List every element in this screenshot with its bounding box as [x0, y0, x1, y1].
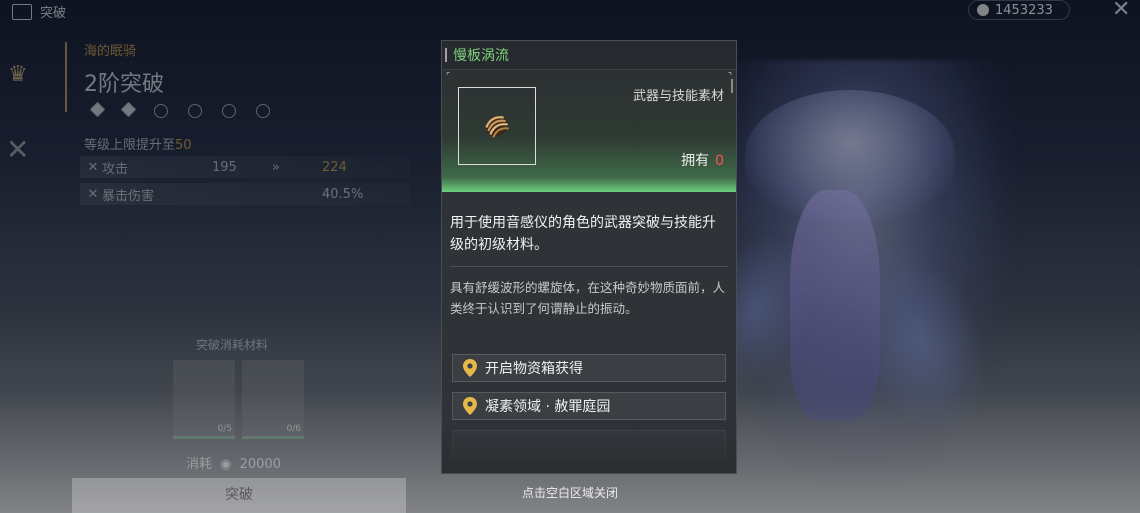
close-x-icon[interactable]: ✕ — [1112, 0, 1130, 21]
card-bottom-fade — [442, 423, 736, 473]
header-accent-bar — [445, 48, 447, 62]
item-description: 用于使用音感仪的角色的武器突破与技能升级的初级材料。 — [450, 215, 716, 253]
cost-line: 消耗 ◉ 20000 — [186, 453, 281, 472]
material-count: 0/6 — [286, 424, 301, 434]
ascension-star-filled — [89, 101, 106, 118]
stat-to: 224 — [322, 159, 347, 175]
menu-icon — [12, 3, 32, 20]
materials-label: 突破消耗材料 — [196, 338, 269, 352]
stat-from: 195 — [212, 159, 237, 175]
spiral-material-icon — [485, 115, 509, 138]
title-accent-line — [65, 42, 67, 112]
ascension-star-filled — [120, 101, 137, 118]
level-cap-value: 50 — [175, 138, 192, 153]
ascension-star-empty — [188, 104, 202, 118]
stat-icon: ✕ — [87, 186, 99, 202]
currency-value: 1453233 — [995, 2, 1053, 18]
source-label: 开启物资箱获得 — [485, 361, 583, 377]
scrollbar-thumb[interactable] — [731, 79, 733, 93]
section-label: 突破 — [40, 6, 67, 21]
stat-row-attack: ✕ 攻击 195 » 224 — [80, 156, 410, 178]
stat-row-crit-damage: ✕ 暴击伤害 40.5% — [80, 183, 410, 205]
item-category: 武器与技能素材 — [632, 89, 724, 104]
stat-icon: ✕ — [87, 159, 99, 175]
source-label: 凝素领域 · 赦罪庭园 — [485, 399, 611, 415]
ascension-star-empty — [256, 104, 270, 118]
ascension-star-empty — [222, 104, 236, 118]
corner-mark: ⌜ — [446, 72, 451, 82]
ascension-tab-icon[interactable]: ♛ — [8, 62, 32, 90]
level-cap-prefix: 等级上限提升至 — [84, 138, 176, 153]
cost-value: 20000 — [239, 457, 281, 472]
owned-value: 0 — [715, 153, 724, 169]
source-entry[interactable]: 开启物资箱获得 — [452, 354, 726, 382]
currency-display: 1453233 — [968, 0, 1070, 20]
weapon-tab-icon[interactable]: ✕ — [6, 133, 29, 166]
ascension-star-empty — [154, 104, 168, 118]
arrow-icon: » — [272, 159, 280, 175]
weapon-name: 海的眠骑 — [84, 44, 137, 59]
coin-icon: ◉ — [220, 457, 232, 472]
owned-count: 拥有 0 — [681, 150, 724, 170]
owned-label: 拥有 — [681, 153, 710, 169]
material-slot[interactable]: 0/5 — [173, 360, 235, 439]
location-pin-icon — [463, 397, 477, 415]
location-pin-icon — [463, 359, 477, 377]
ascension-stars — [89, 101, 270, 118]
stat-name: 暴击伤害 — [102, 188, 155, 204]
item-detail-card: 慢板涡流 ⌜ ⌝ 武器与技能素材 拥有 0 用于使用音感仪的角色的武器突破与技能升… — [441, 40, 737, 474]
cost-label: 消耗 — [186, 457, 213, 472]
stat-to: 40.5% — [322, 186, 364, 202]
item-lore: 具有舒缓波形的螺旋体，在这种奇妙物质面前，人类终于认识到了何谓静止的振动。 — [450, 280, 726, 316]
level-cap-line: 等级上限提升至50 — [84, 134, 192, 153]
card-header: 慢板涡流 — [442, 41, 736, 70]
material-count: 0/5 — [217, 424, 232, 434]
ascend-title: 2阶突破 — [84, 72, 164, 97]
source-entry[interactable]: 凝素领域 · 赦罪庭园 — [452, 392, 726, 420]
coin-icon — [977, 4, 989, 16]
item-hero: ⌜ ⌝ 武器与技能素材 拥有 0 — [442, 70, 736, 192]
stat-name: 攻击 — [102, 161, 129, 177]
top-breadcrumb: 突破 — [12, 2, 66, 21]
item-name: 慢板涡流 — [453, 48, 509, 64]
material-slot[interactable]: 0/6 — [242, 360, 304, 439]
close-hint: 点击空白区域关闭 — [521, 486, 618, 500]
